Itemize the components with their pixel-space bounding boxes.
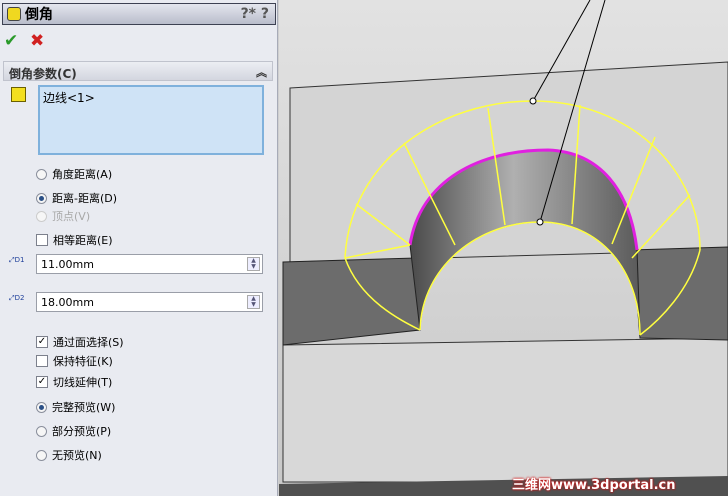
checkbox-keep-features[interactable]: 保持特征(K) xyxy=(36,353,113,369)
panel-title: 倒角 xyxy=(25,7,53,23)
chamfer-icon xyxy=(7,7,21,21)
graphics-viewport[interactable] xyxy=(279,0,728,496)
selected-item[interactable]: 边线<1> xyxy=(43,91,95,105)
checkbox-equal-distance[interactable]: 相等距离(E) xyxy=(36,232,113,248)
section-title: 倒角参数(C) xyxy=(9,67,77,81)
help-icon[interactable]: ?* ? xyxy=(241,6,269,22)
distance2-icon: ⤢D2 xyxy=(9,294,25,302)
radio-full-preview[interactable]: 完整预览(W) xyxy=(36,399,115,415)
distance2-input[interactable]: 18.00mm ▲ ▼ xyxy=(36,292,263,312)
checkbox-tangent-propagation[interactable]: ✓ 切线延伸(T) xyxy=(36,374,112,390)
radio-distance-distance[interactable]: 距离-距离(D) xyxy=(36,190,117,206)
section-header-chamfer-parameters[interactable]: 倒角参数(C) ︽ xyxy=(3,61,273,81)
distance1-input[interactable]: 11.00mm ▲ ▼ xyxy=(36,254,263,274)
ok-button[interactable]: ✔ xyxy=(4,31,18,51)
collapse-icon[interactable]: ︽ xyxy=(256,64,267,80)
distance1-icon: ⤢D1 xyxy=(9,256,25,264)
radio-vertex: 顶点(V) xyxy=(36,208,90,224)
distance2-spinner[interactable]: ▲ ▼ xyxy=(247,295,260,309)
cancel-button[interactable]: ✖ xyxy=(30,31,44,51)
edge-selection-icon xyxy=(11,87,26,102)
panel-title-bar: 倒角 ?* ? xyxy=(2,3,276,25)
watermark: 三维网www.3dportal.cn xyxy=(512,478,676,493)
chamfer-property-manager: 倒角 ?* ? ✔ ✖ 倒角参数(C) ︽ 边线<1> 角度距离(A) 距离-距离… xyxy=(0,0,278,496)
radio-partial-preview[interactable]: 部分预览(P) xyxy=(36,423,111,439)
checkbox-select-through-faces[interactable]: ✓ 通过面选择(S) xyxy=(36,334,124,350)
lower-face xyxy=(282,337,728,483)
handle-point[interactable] xyxy=(529,97,537,105)
edge-selection-box[interactable]: 边线<1> xyxy=(38,85,264,155)
handle-point[interactable] xyxy=(536,218,544,226)
distance1-spinner[interactable]: ▲ ▼ xyxy=(247,257,260,271)
radio-no-preview[interactable]: 无预览(N) xyxy=(36,447,102,463)
radio-angle-distance[interactable]: 角度距离(A) xyxy=(36,166,112,182)
